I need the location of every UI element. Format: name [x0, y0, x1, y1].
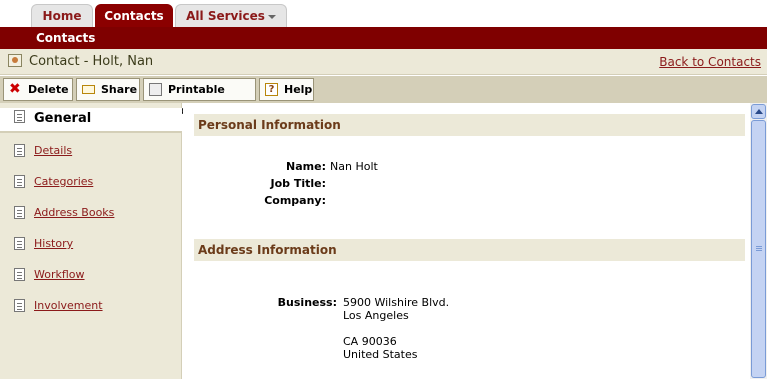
tab-home-label: Home	[42, 9, 82, 23]
sidebar-item-label[interactable]: Involvement	[34, 299, 103, 312]
sidebar-item-label[interactable]: Workflow	[34, 268, 85, 281]
back-to-contacts-link[interactable]: Back to Contacts	[659, 55, 761, 69]
help-question-icon: ?	[265, 83, 278, 96]
section-title: Address Information	[198, 243, 337, 257]
sidebar-item-label[interactable]: Categories	[34, 175, 93, 188]
address-line-1: 5900 Wilshire Blvd.	[343, 296, 450, 309]
sub-navigation: Contacts	[0, 27, 767, 49]
page-icon	[14, 206, 25, 219]
top-tab-bar: Home Contacts All Services	[0, 0, 767, 27]
page-icon	[14, 110, 25, 123]
delete-button-label: Delete	[28, 83, 69, 96]
action-toolbar: ✖ Delete Share Printable View ? Help	[0, 76, 767, 117]
job-title-label: Job Title:	[270, 177, 326, 190]
page-icon	[14, 175, 25, 188]
envelope-icon	[82, 85, 95, 94]
page-icon	[14, 268, 25, 281]
scroll-up-arrow-icon[interactable]	[751, 104, 766, 119]
page-title-bar: Contact - Holt, Nan Back to Contacts	[0, 49, 767, 75]
sidebar-item-workflow[interactable]: Workflow	[0, 266, 182, 286]
delete-button[interactable]: ✖ Delete	[3, 78, 73, 101]
sidebar-item-label[interactable]: Address Books	[34, 206, 114, 219]
company-label: Company:	[264, 194, 326, 207]
tab-all-services[interactable]: All Services	[175, 4, 287, 27]
sidebar-item-label[interactable]: Details	[34, 144, 72, 157]
sidebar-item-history[interactable]: History	[0, 235, 182, 255]
name-value: Nan Holt	[330, 160, 378, 173]
section-title: Personal Information	[198, 118, 341, 132]
vertical-scrollbar[interactable]	[750, 103, 767, 379]
address-line-4: United States	[343, 348, 418, 361]
delete-x-icon: ✖	[9, 81, 21, 97]
help-button[interactable]: ? Help	[259, 78, 314, 101]
grip-icon	[756, 246, 762, 247]
personal-information-header: Personal Information	[194, 114, 745, 136]
page-icon	[14, 299, 25, 312]
address-line-2: Los Angeles	[343, 309, 409, 322]
sidebar-item-address-books[interactable]: Address Books	[0, 204, 182, 224]
tab-all-services-label: All Services	[186, 9, 265, 23]
name-label: Name:	[286, 160, 326, 173]
address-line-3: CA 90036	[343, 335, 397, 348]
share-button-label: Share	[101, 83, 138, 96]
printer-icon	[149, 83, 162, 96]
sidebar-item-label: General	[34, 111, 92, 126]
printable-view-button[interactable]: Printable View	[143, 78, 256, 117]
sidebar-item-involvement[interactable]: Involvement	[0, 297, 182, 317]
sidebar-item-general[interactable]: General	[0, 108, 182, 133]
sidebar-item-details[interactable]: Details	[0, 142, 182, 162]
chevron-down-icon	[267, 14, 276, 19]
contact-detail-panel: Personal Information Name: Nan Holt Job …	[183, 103, 750, 379]
subnav-contacts-link[interactable]: Contacts	[36, 31, 95, 45]
contact-sidebar: General Details Categories Address Books…	[0, 103, 182, 379]
scrollbar-thumb[interactable]	[751, 120, 766, 378]
contact-card-icon	[8, 54, 22, 67]
page-title: Contact - Holt, Nan	[29, 54, 154, 69]
tab-home[interactable]: Home	[31, 4, 93, 27]
page-icon	[14, 237, 25, 250]
sidebar-item-categories[interactable]: Categories	[0, 173, 182, 193]
tab-contacts-label: Contacts	[104, 9, 164, 23]
business-label: Business:	[277, 296, 337, 309]
sidebar-item-label[interactable]: History	[34, 237, 73, 250]
tab-contacts[interactable]: Contacts	[95, 4, 173, 27]
page-icon	[14, 144, 25, 157]
share-button[interactable]: Share	[76, 78, 140, 101]
help-button-label: Help	[284, 83, 313, 96]
address-information-header: Address Information	[194, 239, 745, 261]
